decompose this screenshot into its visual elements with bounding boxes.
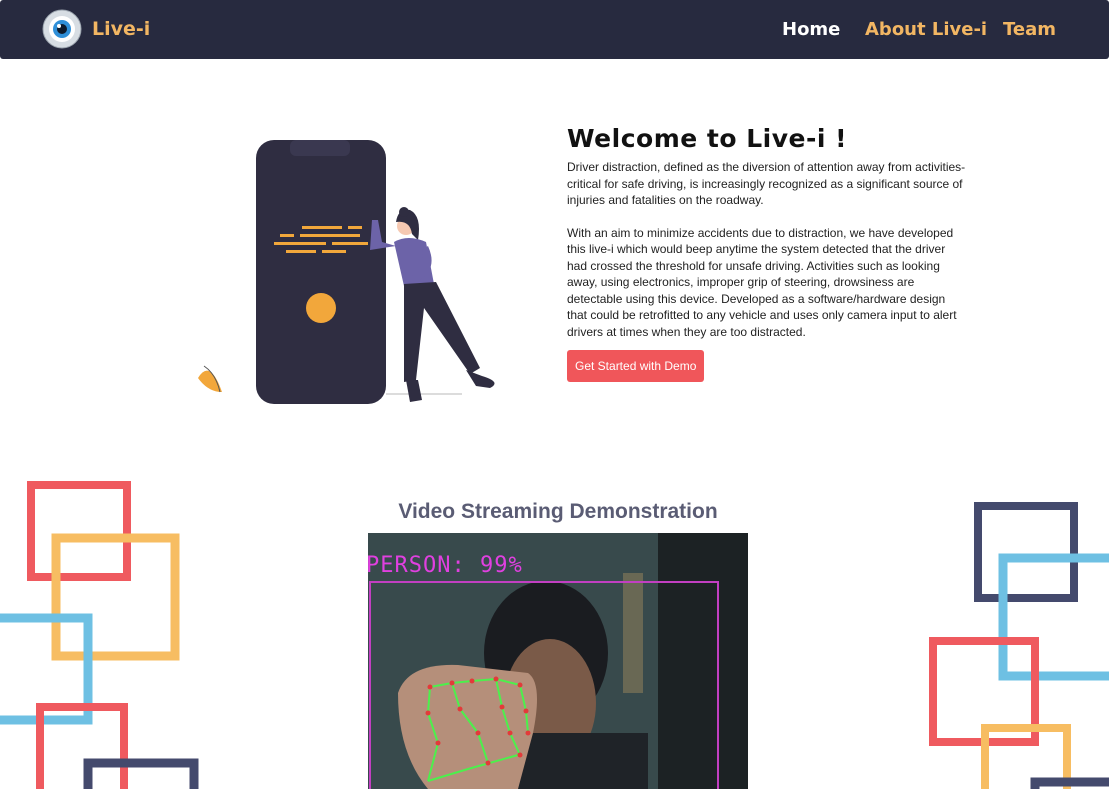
detection-label: PERSON: 99% <box>368 553 523 578</box>
hero-section: Welcome to Live-i ! Driver distraction, … <box>567 124 967 382</box>
eye-logo-icon <box>42 9 82 49</box>
nav-team-link[interactable]: Team <box>1003 19 1056 40</box>
hero-paragraph-1: Driver distraction, defined as the diver… <box>567 160 966 207</box>
nav-about-link[interactable]: About Live-i <box>865 19 987 40</box>
phone-woman-illustration <box>198 140 495 404</box>
video-section-title: Video Streaming Demonstration <box>398 500 718 523</box>
decorative-squares-right <box>929 502 1109 789</box>
nav-home-link[interactable]: Home <box>782 19 840 40</box>
decorative-squares-left <box>0 481 199 789</box>
hero-paragraph-2: With an aim to minimize accidents due to… <box>567 225 957 339</box>
brand[interactable]: Live-i <box>42 9 150 49</box>
navbar: Live-i Home About Live-i Team <box>0 0 1109 59</box>
brand-name: Live-i <box>92 18 151 40</box>
video-stream[interactable]: PERSON: 99% <box>368 533 748 789</box>
hero-title: Welcome to Live-i ! <box>567 124 848 153</box>
get-started-demo-button[interactable]: Get Started with Demo <box>567 350 705 382</box>
